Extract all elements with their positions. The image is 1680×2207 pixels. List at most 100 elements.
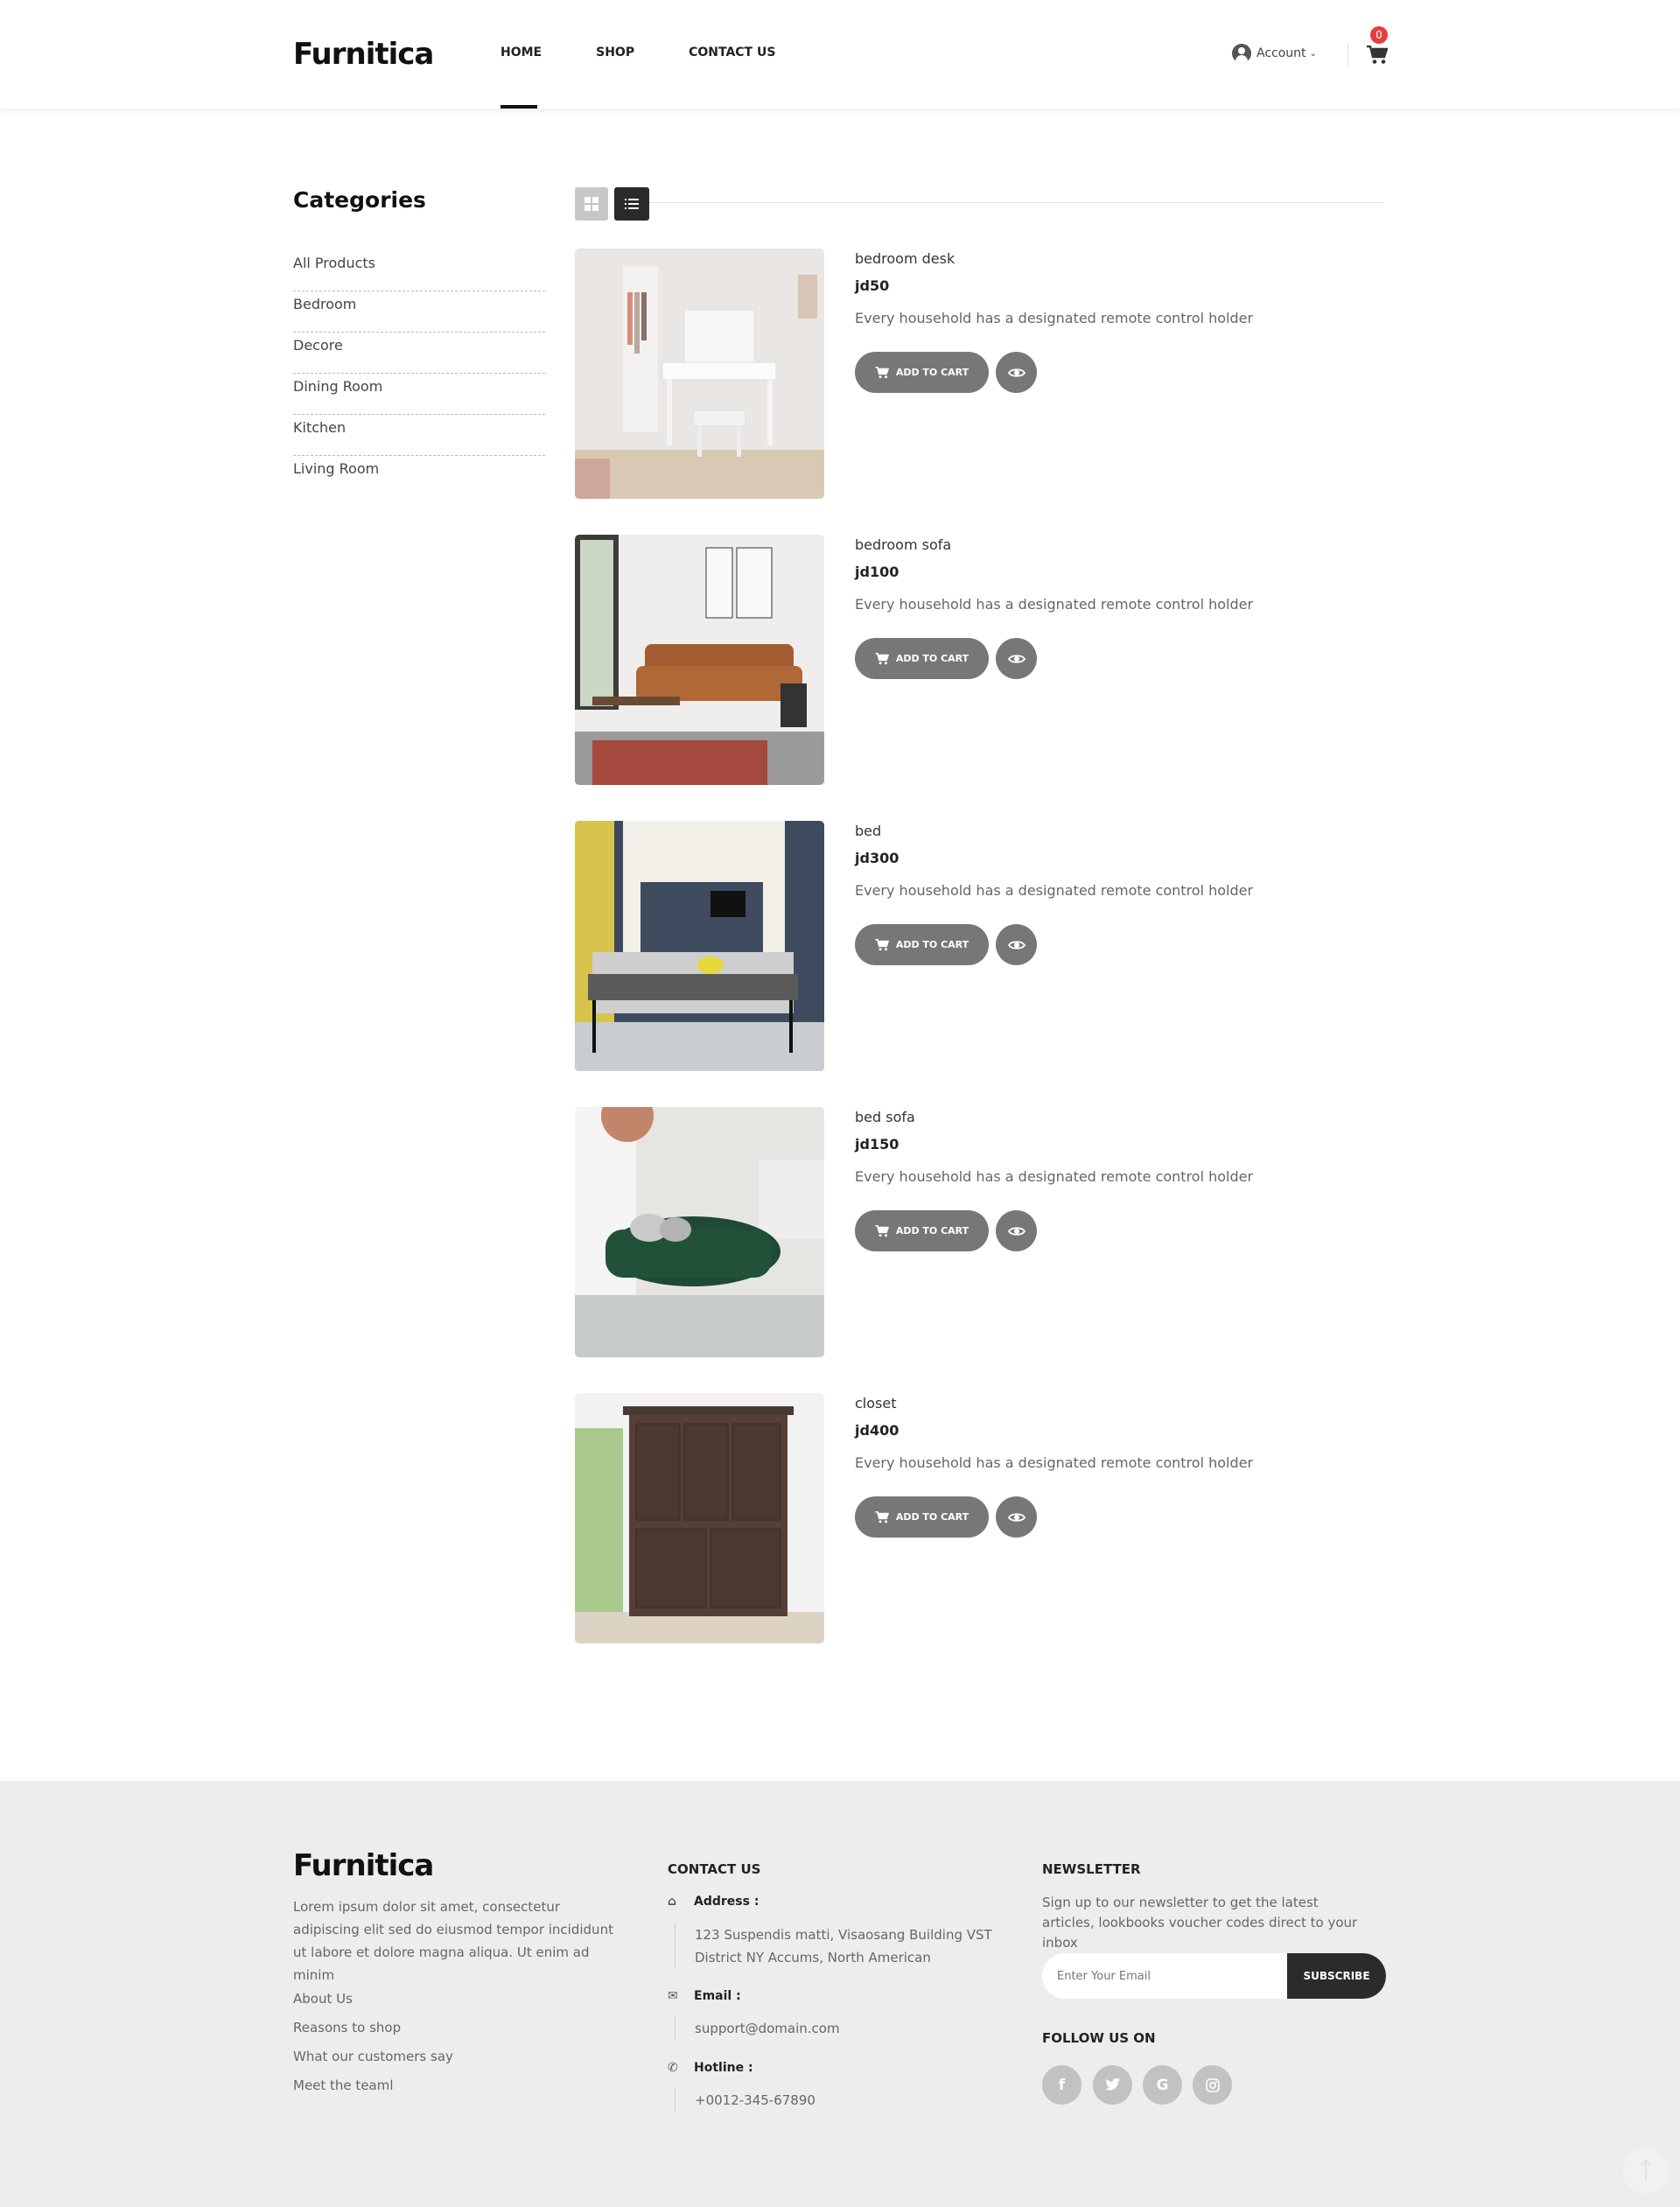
add-to-cart-button[interactable]: ADD TO CART: [855, 638, 989, 679]
product-card: bed sofa jd150 Every household has a des…: [575, 1107, 1384, 1357]
product-card: closet jd400 Every household has a desig…: [575, 1393, 1384, 1643]
eye-icon: [1007, 1512, 1026, 1522]
product-image[interactable]: [575, 535, 824, 785]
email-row: ✉ Email :: [668, 1989, 741, 2003]
product-image[interactable]: [575, 1107, 824, 1357]
product-description: Every household has a designated remote …: [855, 882, 1254, 899]
category-all-products[interactable]: All Products: [293, 250, 545, 291]
product-price: jd100: [855, 564, 900, 580]
product-name[interactable]: bed sofa: [855, 1109, 915, 1125]
quick-view-button[interactable]: [996, 352, 1037, 393]
product-card: bed jd300 Every household has a designat…: [575, 821, 1384, 1071]
follow-heading: FOLLOW US ON: [1042, 2030, 1156, 2046]
envelope-icon: ✉: [668, 1989, 678, 2003]
eye-icon: [1007, 940, 1026, 949]
footer-link-reasons[interactable]: Reasons to shop: [293, 2020, 453, 2049]
eye-icon: [1007, 654, 1026, 663]
category-bedroom[interactable]: Bedroom: [293, 291, 545, 333]
hotline-row: ✆ Hotline :: [668, 2061, 753, 2075]
grid-view-button[interactable]: [575, 187, 608, 221]
newsletter-heading: NEWSLETTER: [1042, 1861, 1141, 1877]
footer-link-team[interactable]: Meet the teaml: [293, 2077, 453, 2106]
product-name[interactable]: bedroom sofa: [855, 536, 951, 553]
add-to-cart-label: ADD TO CART: [895, 1225, 970, 1237]
email-value[interactable]: support@domain.com: [695, 2017, 840, 2040]
product-name[interactable]: closet: [855, 1395, 896, 1412]
product-description: Every household has a designated remote …: [855, 310, 1254, 326]
address-value: 123 Suspendis matti, Visaosang Building …: [695, 1923, 992, 1969]
site-footer: [0, 1781, 1680, 2207]
contact-divider: [675, 2089, 676, 2112]
nav-shop-link[interactable]: SHOP: [596, 46, 634, 60]
arrow-up-icon: [1641, 2160, 1651, 2182]
toolbar-divider: [649, 202, 1384, 203]
product-name[interactable]: bedroom desk: [855, 250, 955, 267]
product-card: bedroom sofa jd100 Every household has a…: [575, 535, 1384, 785]
list-view-button[interactable]: [614, 187, 649, 221]
add-to-cart-button[interactable]: ADD TO CART: [855, 924, 989, 965]
footer-link-customers[interactable]: What our customers say: [293, 2049, 453, 2077]
nav-active-indicator: [500, 105, 537, 109]
twitter-icon[interactable]: [1093, 2065, 1132, 2105]
product-price: jd50: [855, 277, 890, 294]
product-description: Every household has a designated remote …: [855, 596, 1254, 613]
address-line-2: District NY Accums, North American: [695, 1950, 931, 1965]
add-to-cart-label: ADD TO CART: [895, 1511, 970, 1523]
home-icon: ⌂: [668, 1895, 677, 1909]
cart-button[interactable]: [1367, 45, 1389, 65]
quick-view-button[interactable]: [996, 638, 1037, 679]
user-icon: [1232, 44, 1251, 63]
google-icon[interactable]: G: [1143, 2065, 1182, 2105]
nav-home-link[interactable]: HOME: [500, 46, 542, 60]
footer-about-text: Lorem ipsum dolor sit amet, consectetur …: [293, 1899, 613, 1983]
facebook-icon[interactable]: f: [1042, 2065, 1082, 2105]
add-to-cart-button[interactable]: ADD TO CART: [855, 1210, 989, 1251]
product-description: Every household has a designated remote …: [855, 1454, 1254, 1471]
quick-view-button[interactable]: [996, 1496, 1037, 1538]
category-kitchen[interactable]: Kitchen: [293, 415, 545, 456]
product-description: Every household has a designated remote …: [855, 1168, 1254, 1185]
nav-contact-link[interactable]: CONTACT US: [689, 46, 775, 60]
product-image[interactable]: [575, 249, 824, 499]
cart-count-badge: 0: [1370, 26, 1388, 44]
product-image[interactable]: [575, 1393, 824, 1643]
category-living-room[interactable]: Living Room: [293, 456, 545, 497]
account-menu[interactable]: Account ⌄: [1232, 44, 1317, 63]
address-row: ⌂ Address :: [668, 1895, 759, 1909]
quick-view-button[interactable]: [996, 924, 1037, 965]
product-image[interactable]: [575, 821, 824, 1071]
newsletter-text: Sign up to our newsletter to get the lat…: [1042, 1895, 1358, 1951]
product-price: jd150: [855, 1136, 900, 1153]
cart-icon: [875, 652, 889, 664]
address-label: Address :: [694, 1895, 760, 1909]
cart-icon: [875, 1510, 889, 1523]
quick-view-button[interactable]: [996, 1210, 1037, 1251]
hotline-label: Hotline :: [694, 2061, 753, 2075]
phone-icon: ✆: [668, 2061, 678, 2075]
site-header: Furnitica HOME SHOP CONTACT US Account ⌄…: [0, 0, 1680, 109]
contact-divider: [675, 1923, 676, 1969]
add-to-cart-button[interactable]: ADD TO CART: [855, 1496, 989, 1538]
contact-heading: CONTACT US: [668, 1861, 761, 1877]
scroll-to-top-button[interactable]: [1623, 2148, 1669, 2194]
main-nav: HOME SHOP CONTACT US: [500, 46, 830, 60]
category-decore[interactable]: Decore: [293, 333, 545, 374]
newsletter-email-input[interactable]: [1042, 1953, 1287, 1999]
footer-links: About Us Reasons to shop What our custom…: [293, 1991, 453, 2106]
footer-link-about[interactable]: About Us: [293, 1991, 453, 2020]
product-name[interactable]: bed: [855, 823, 881, 839]
email-label: Email :: [694, 1989, 741, 2003]
subscribe-button[interactable]: SUBSCRIBE: [1287, 1953, 1386, 1999]
cart-icon: [875, 1224, 889, 1237]
category-dining-room[interactable]: Dining Room: [293, 374, 545, 415]
hotline-value[interactable]: +0012-345-67890: [695, 2089, 816, 2112]
cart-icon: [875, 938, 889, 950]
chevron-down-icon: ⌄: [1309, 48, 1317, 59]
newsletter-form: SUBSCRIBE: [1042, 1953, 1386, 1999]
categories-title: Categories: [293, 187, 426, 213]
add-to-cart-button[interactable]: ADD TO CART: [855, 352, 989, 393]
instagram-icon[interactable]: [1193, 2065, 1232, 2105]
footer-logo[interactable]: Furnitica: [293, 1848, 434, 1883]
add-to-cart-label: ADD TO CART: [895, 367, 970, 378]
site-logo[interactable]: Furnitica: [293, 37, 434, 72]
